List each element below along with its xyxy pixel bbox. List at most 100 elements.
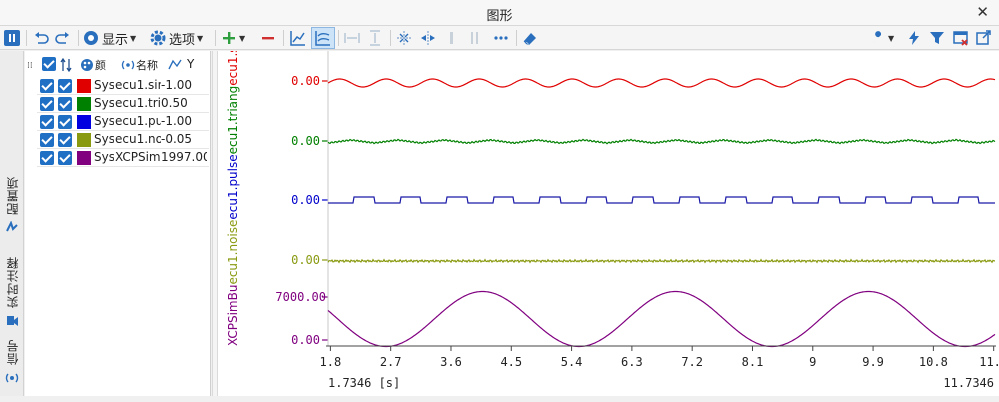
double-marker-button[interactable] — [469, 28, 481, 48]
cursor-button[interactable] — [395, 28, 413, 48]
fit-horizontal-icon — [344, 33, 360, 43]
y-axis-title-noise: ecu1.noise — [226, 220, 240, 285]
sort-icon[interactable] — [59, 57, 73, 73]
header-y[interactable]: Y — [167, 57, 194, 71]
close-icon[interactable]: ✕ — [976, 3, 989, 21]
y-axis-title-sine: ecu1.sineS — [226, 51, 240, 86]
color-swatch[interactable] — [77, 97, 91, 111]
signal-checkbox[interactable] — [40, 151, 54, 165]
redo-button[interactable] — [54, 28, 72, 48]
single-axis-button[interactable] — [289, 28, 307, 48]
signal-table-header: ⁞⁞ 颜 名称 Y — [25, 55, 211, 75]
tab-signal[interactable]: 信号 — [0, 339, 24, 385]
tab-config[interactable]: 配置项 — [0, 176, 24, 235]
x-tick-label: 4.5 — [500, 355, 522, 369]
signal-checkbox[interactable] — [40, 97, 54, 111]
undo-button[interactable] — [32, 28, 50, 48]
trace-noise — [327, 258, 995, 264]
signal-source: Sys — [94, 78, 114, 92]
signal-source: Sys — [94, 114, 114, 128]
eraser-icon — [523, 33, 536, 45]
fit-horizontal-button[interactable] — [343, 28, 361, 48]
x-tick-label: 6.3 — [621, 355, 643, 369]
add-signal-button[interactable]: ▼ — [221, 28, 245, 48]
plus-icon — [223, 32, 235, 44]
x-tick-label: 1.8 — [320, 355, 342, 369]
gear-list-icon — [6, 221, 18, 232]
multi-line-chart-icon — [315, 31, 330, 46]
header-visible-checkbox[interactable] — [42, 57, 56, 71]
tab-realtime-annotation[interactable]: 实时注释 — [0, 256, 24, 328]
pause-icon — [4, 30, 20, 46]
header-color-label: 颜 — [95, 59, 106, 72]
more-button[interactable] — [492, 28, 510, 48]
signal-name: ecu1.pulse — [115, 114, 161, 128]
marker-icon — [450, 32, 453, 44]
header-name[interactable]: 名称 — [121, 57, 158, 73]
signal-name: XCPSim — [115, 150, 161, 164]
chevron-down-icon: ▼ — [888, 33, 895, 43]
filter-button[interactable] — [929, 28, 945, 48]
x-end-label: 11.7346 — [943, 376, 994, 390]
pause-button[interactable] — [3, 28, 21, 48]
signal-name: ecu1.noise — [115, 132, 161, 146]
signal-row[interactable]: Sys XCPSim 1997.00 — [37, 149, 209, 167]
signal-row[interactable]: Sys ecu1.sine -1.00 — [37, 77, 209, 95]
signal-row[interactable]: Sys ecu1.triangle 0.50 — [37, 95, 209, 113]
trace-sine — [327, 78, 996, 88]
trigger-button[interactable] — [906, 28, 922, 48]
options-menu-button[interactable]: 选项 ▼ — [150, 28, 203, 48]
tab-config-label: 配置项 — [5, 176, 20, 215]
display-label: 显示 — [102, 32, 129, 48]
trace-pulse — [328, 196, 995, 204]
remove-signal-button[interactable] — [260, 28, 276, 48]
header-color[interactable]: 颜 — [80, 57, 106, 73]
export-icon — [976, 30, 991, 45]
tab-signal-label: 信号 — [5, 339, 20, 365]
color-swatch[interactable] — [77, 115, 91, 129]
y-label-xcpsim-min: 0.00 — [291, 333, 320, 347]
signal-checkbox[interactable] — [40, 115, 54, 129]
difference-cursor-button[interactable] — [419, 28, 437, 48]
tools-menu-button[interactable]: ▼ — [870, 28, 894, 48]
signal-visible-checkbox[interactable] — [58, 97, 72, 111]
marker-button[interactable] — [446, 28, 458, 48]
signal-value: -1.00 — [161, 78, 193, 92]
signal-row[interactable]: Sys ecu1.pulse -1.00 — [37, 113, 209, 131]
line-chart-icon — [290, 31, 305, 46]
display-icon — [84, 31, 98, 45]
color-swatch[interactable] — [77, 79, 91, 93]
signal-visible-checkbox[interactable] — [58, 151, 72, 165]
gear-icon — [150, 30, 166, 46]
color-swatch[interactable] — [77, 151, 91, 165]
double-marker-icon — [471, 32, 478, 44]
toolbar: 显示 ▼ 选项 ▼ ▼ ▼ — [0, 26, 999, 50]
header-y-label: Y — [187, 57, 195, 71]
x-tick-label: 7.2 — [681, 355, 703, 369]
remove-window-button[interactable] — [952, 28, 970, 48]
signal-checkbox[interactable] — [40, 79, 54, 93]
trace-triangle — [327, 138, 996, 145]
chevron-down-icon: ▼ — [130, 33, 137, 43]
export-button[interactable] — [975, 28, 993, 48]
signal-name: ecu1.sine — [115, 78, 161, 92]
signal-value: -1.00 — [161, 114, 193, 128]
display-menu-button[interactable]: 显示 ▼ — [83, 28, 136, 48]
color-swatch[interactable] — [77, 133, 91, 147]
x-tick-label: 9 — [809, 355, 816, 369]
signal-panel: ⁞⁞ 颜 名称 Y Sys ecu1.sine -1.00 Sys ecu1.t… — [25, 51, 211, 396]
signal-visible-checkbox[interactable] — [58, 79, 72, 93]
signal-visible-checkbox[interactable] — [58, 115, 72, 129]
title-bar: 图形 ✕ — [0, 0, 999, 26]
tab-annotation-label: 实时注释 — [5, 256, 20, 308]
signal-row[interactable]: Sys ecu1.noise -0.05 — [37, 131, 209, 149]
plot-area[interactable]: XCPSimBuecu1.noiseecu1.pulseecu1.triange… — [218, 51, 999, 396]
grip-icon: ⁞⁞ — [27, 61, 33, 71]
stacked-axes-button[interactable] — [311, 27, 335, 49]
x-tick-label: 2.7 — [380, 355, 402, 369]
fit-vertical-button[interactable] — [366, 28, 384, 48]
signal-checkbox[interactable] — [40, 133, 54, 147]
signal-visible-checkbox[interactable] — [58, 133, 72, 147]
y-axis-title-xcpsim: XCPSimBu — [226, 285, 240, 346]
erase-button[interactable] — [521, 28, 539, 48]
